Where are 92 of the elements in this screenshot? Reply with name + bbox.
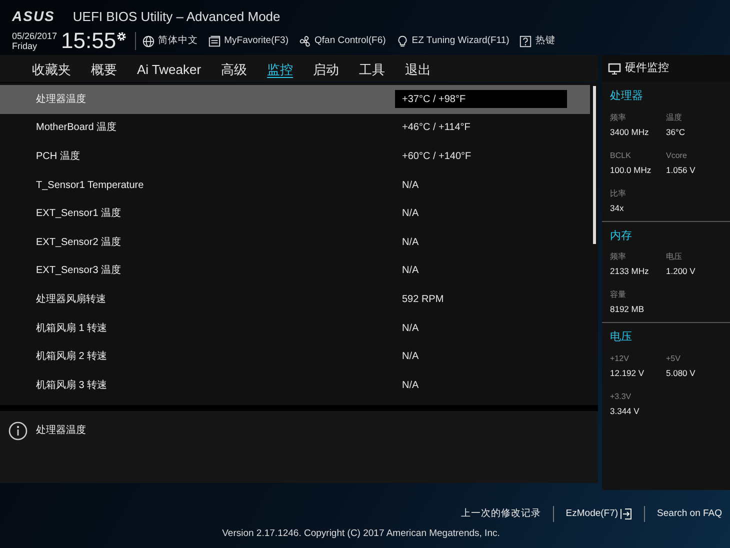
list-icon (208, 34, 222, 48)
setting-label: EXT_Sensor2 温度 (35, 236, 122, 250)
logo: ASUS (12, 7, 55, 26)
setting-value: N/A (401, 322, 420, 336)
stat-value: 5.080 V (666, 366, 696, 380)
setting-label: EXT_Sensor1 温度 (35, 206, 122, 222)
stat-value: 12.192 V (610, 366, 646, 380)
stat-label: +3.3V (610, 390, 632, 402)
setting-row[interactable]: EXT_Sensor2 温度 N/A (0, 228, 590, 257)
section-title: 电压 (610, 330, 633, 345)
stat-value: 1.056 V (666, 164, 696, 176)
footer-link[interactable]: 上一次的修改记录 (460, 506, 541, 522)
toolbar-button[interactable]: EZ Tuning Wizard(F11) (396, 34, 510, 48)
toolbar-button[interactable]: MyFavorite(F3) (208, 34, 289, 48)
fan-icon (298, 34, 312, 48)
setting-value: N/A (401, 236, 420, 250)
info-icon (8, 421, 28, 441)
tab[interactable]: Ai Tweaker (137, 60, 202, 79)
setting-value: N/A (401, 378, 420, 393)
setting-value: N/A (401, 178, 420, 193)
setting-value: 592 RPM (401, 292, 445, 307)
stat-value: 100.0 MHz (610, 164, 652, 176)
setting-row[interactable]: 机箱风扇 2 转速 N/A (0, 342, 590, 371)
date-text: 05/26/2017 (12, 31, 58, 41)
stat-value: 3.344 V (610, 404, 640, 418)
stat-value: 3400 MHz (610, 126, 650, 138)
tab[interactable]: 启动 (313, 60, 340, 79)
lightbulb-icon (396, 34, 409, 48)
stat-label: 容量 (610, 289, 627, 301)
setting-row[interactable]: 机箱风扇 3 转速 N/A (0, 370, 590, 400)
scrollbar[interactable] (592, 86, 596, 244)
setting-value: +60°C / +140°F (401, 150, 472, 164)
stat-label: +5V (666, 352, 682, 364)
setting-label: EXT_Sensor3 温度 (35, 264, 122, 278)
setting-label: 处理器温度 (35, 92, 87, 107)
setting-label: PCH 温度 (35, 150, 81, 164)
stat-value: 8192 MB (610, 303, 646, 316)
globe-icon (142, 34, 156, 48)
stat-label: 温度 (666, 112, 683, 124)
tab[interactable]: 收藏夹 (32, 60, 71, 79)
tab[interactable]: 退出 (405, 60, 432, 79)
help-icon (519, 34, 532, 48)
setting-row[interactable]: T_Sensor1 Temperature N/A (0, 170, 590, 200)
version-text: Version 2.17.1246. Copyright (C) 2017 American Megatrends, Inc. (222, 527, 500, 541)
stat-value: 2133 MHz (610, 265, 650, 278)
setting-row[interactable]: EXT_Sensor3 温度 N/A (0, 256, 590, 286)
setting-value: +37°C / +98°F (395, 90, 567, 108)
setting-label: 机箱风扇 1 转速 (35, 322, 108, 336)
setting-label: 机箱风扇 3 转速 (35, 378, 108, 393)
stat-label: +12V (610, 352, 630, 364)
setting-row[interactable]: EXT_Sensor1 温度 N/A (0, 199, 590, 228)
settings-icon[interactable] (116, 31, 128, 42)
tab[interactable]: 高级 (221, 60, 248, 79)
setting-label: 机箱风扇 2 转速 (35, 350, 108, 364)
section-title: 内存 (610, 228, 633, 244)
setting-row[interactable]: 机箱风扇 1 转速 N/A (0, 314, 590, 342)
setting-row[interactable]: 处理器风扇转速 592 RPM (0, 285, 590, 314)
tab[interactable]: 工具 (359, 60, 386, 79)
stat-value: 1.200 V (666, 265, 696, 278)
toolbar-button[interactable]: 简体中文 (142, 34, 198, 48)
day-text: Friday (12, 41, 38, 51)
stat-value: 34x (610, 202, 625, 214)
stat-label: 比率 (610, 188, 627, 200)
clock-time: 15:55 (61, 29, 116, 53)
footer-link[interactable]: Search on FAQ (657, 506, 722, 522)
toolbar-button[interactable]: 热键 (519, 34, 556, 48)
setting-row[interactable]: PCH 温度 +60°C / +140°F (0, 142, 590, 171)
section-title: 处理器 (610, 89, 644, 104)
help-text: 处理器温度 (36, 424, 86, 438)
stat-label: 电压 (666, 251, 683, 263)
setting-label: T_Sensor1 Temperature (35, 178, 145, 193)
setting-value: +46°C / +114°F (401, 121, 472, 136)
stat-value: 36°C (666, 126, 686, 138)
setting-value: N/A (401, 264, 420, 278)
monitor-icon (608, 62, 621, 74)
stat-label: 频率 (610, 251, 627, 263)
selected-row[interactable]: 处理器温度 +37°C / +98°F (0, 85, 590, 114)
stat-label: BCLK (610, 150, 632, 162)
toolbar-button[interactable]: Qfan Control(F6) (298, 34, 386, 48)
tab[interactable]: 监控 (267, 60, 294, 79)
stat-label: Vcore (666, 150, 688, 162)
footer-link[interactable]: EzMode(F7) (566, 506, 632, 522)
panel-title: 硬件监控 (625, 61, 669, 76)
exit-icon (620, 508, 632, 520)
setting-value: N/A (401, 207, 420, 222)
setting-label: MotherBoard 温度 (35, 120, 118, 136)
setting-label: 处理器风扇转速 (35, 292, 107, 307)
stat-label: 频率 (610, 112, 627, 124)
tab[interactable]: 概要 (91, 60, 117, 79)
setting-row[interactable]: MotherBoard 温度 +46°C / +114°F (0, 114, 590, 142)
setting-value: N/A (401, 350, 420, 364)
window-title: UEFI BIOS Utility – Advanced Mode (72, 8, 280, 26)
